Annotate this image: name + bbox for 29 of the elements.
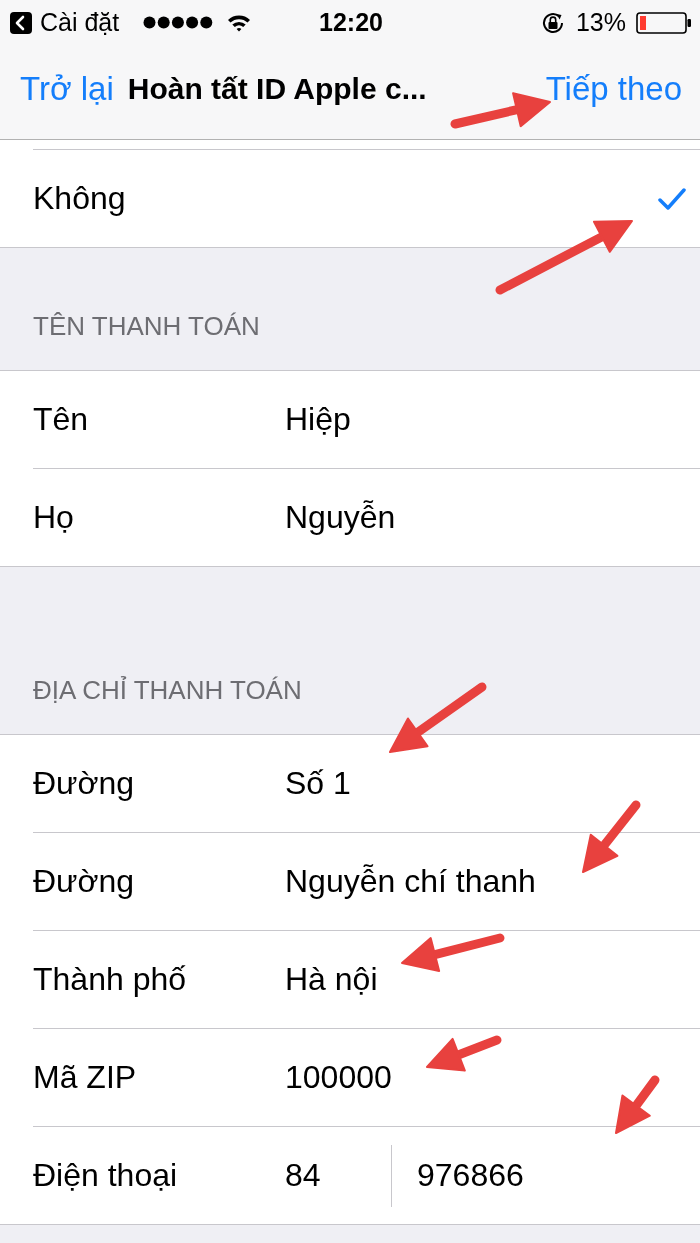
field-label: Họ	[33, 499, 75, 536]
battery-percentage: 13%	[575, 8, 626, 37]
text-field[interactable]: Nguyễn	[285, 499, 396, 536]
section-header: ĐỊA CHỈ THANH TOÁN	[33, 675, 302, 706]
text-field[interactable]: Số 1	[285, 765, 351, 802]
field-label: Đường	[33, 863, 136, 900]
nav-title: Hoàn tất ID Apple c...	[127, 72, 427, 106]
back-icon[interactable]	[10, 11, 32, 34]
text-field[interactable]: Hà nội	[285, 961, 378, 998]
field-label: Điện thoại	[33, 1157, 179, 1194]
text-field[interactable]: 100000	[285, 1059, 392, 1096]
wifi-icon	[227, 13, 252, 32]
country-code-field[interactable]: 84	[285, 1157, 321, 1194]
field-label: Thành phố	[33, 961, 187, 998]
next-button[interactable]: Tiếp theo	[545, 70, 682, 108]
annotation-arrow	[615, 1075, 660, 1134]
field-label: Mã ZIP	[33, 1059, 138, 1096]
back-button[interactable]: Trở lại	[20, 70, 114, 108]
section-header: TÊN THANH TOÁN	[33, 311, 260, 342]
text-field[interactable]: Nguyễn chí thanh	[285, 863, 536, 900]
battery-icon	[636, 11, 692, 34]
field-label: Tên	[33, 401, 90, 438]
phone-number-field[interactable]: 976866	[417, 1157, 524, 1194]
list-option[interactable]: Không	[33, 150, 700, 247]
field-label: Đường	[33, 765, 136, 802]
text-field[interactable]: Hiệp	[285, 401, 351, 438]
signal-icon	[143, 16, 214, 29]
clock-time: 12:20	[319, 8, 383, 37]
back-to-app-link[interactable]: Cài đặt	[40, 8, 120, 37]
